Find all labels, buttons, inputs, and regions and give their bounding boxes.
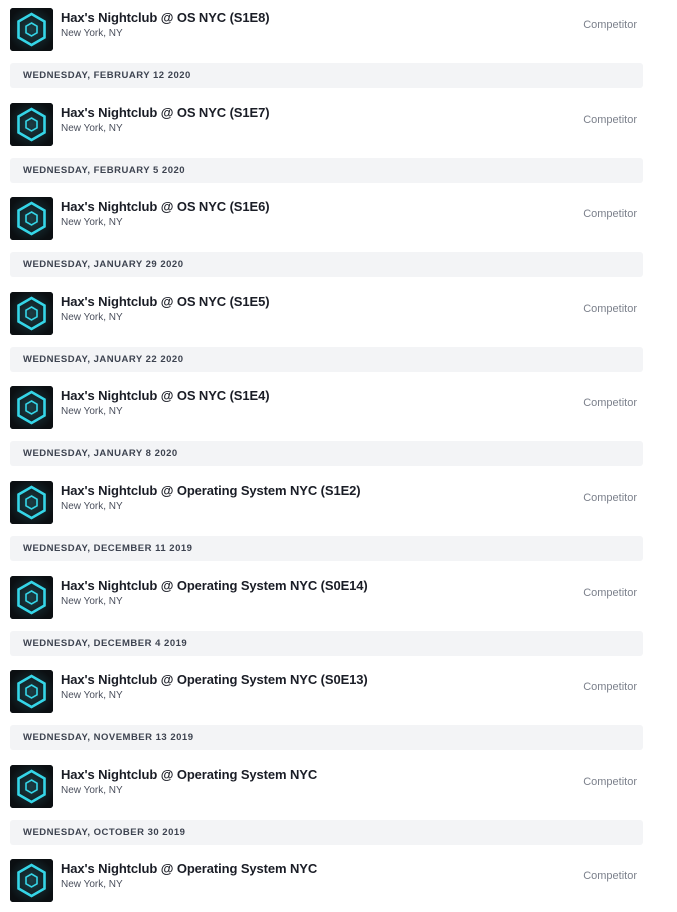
date-header: WEDNESDAY, OCTOBER 30 2019 <box>10 819 643 845</box>
event-location: New York, NY <box>61 784 123 796</box>
event-role-label: Competitor <box>583 681 637 694</box>
event-role-label: Competitor <box>583 586 637 599</box>
event-location: New York, NY <box>61 122 123 134</box>
event-role-label: Competitor <box>583 208 637 221</box>
event-role-label: Competitor <box>583 19 637 31</box>
event-location: New York, NY <box>61 406 123 418</box>
event-role-label: Competitor <box>583 775 637 788</box>
date-header: WEDNESDAY, JANUARY 22 2020 <box>10 346 643 372</box>
event-location: New York, NY <box>61 879 123 891</box>
hexagon-logo-icon <box>10 197 53 241</box>
date-header-label: WEDNESDAY, JANUARY 29 2020 <box>23 259 184 271</box>
event-thumbnail <box>10 859 53 903</box>
event-location: New York, NY <box>61 311 123 323</box>
event-title[interactable]: Hax's Nightclub @ OS NYC (S1E6) <box>61 199 270 214</box>
event-thumbnail <box>10 197 53 241</box>
event-title[interactable]: Hax's Nightclub @ Operating System NYC (… <box>61 578 368 593</box>
event-title[interactable]: Hax's Nightclub @ OS NYC (S1E5) <box>61 294 270 309</box>
event-row[interactable]: Hax's Nightclub @ OS NYC (S1E7) New York… <box>0 97 660 151</box>
event-location: New York, NY <box>61 28 123 39</box>
hexagon-logo-icon <box>10 764 53 808</box>
event-location: New York, NY <box>61 217 123 229</box>
date-header: WEDNESDAY, DECEMBER 4 2019 <box>10 630 643 656</box>
hexagon-logo-icon <box>10 8 53 51</box>
event-thumbnail <box>10 102 53 146</box>
event-row[interactable]: Hax's Nightclub @ Operating System NYC N… <box>0 853 660 907</box>
date-header-label: WEDNESDAY, DECEMBER 11 2019 <box>23 543 193 554</box>
date-header: WEDNESDAY, JANUARY 29 2020 <box>10 252 643 278</box>
date-header: WEDNESDAY, FEBRUARY 12 2020 <box>10 63 643 88</box>
hexagon-logo-icon <box>10 575 53 619</box>
event-title[interactable]: Hax's Nightclub @ OS NYC (S1E4) <box>61 388 270 403</box>
date-header-label: WEDNESDAY, DECEMBER 4 2019 <box>23 637 188 649</box>
hexagon-logo-icon <box>10 670 53 714</box>
event-row[interactable]: Hax's Nightclub @ OS NYC (S1E8) New York… <box>0 2 660 56</box>
event-title[interactable]: Hax's Nightclub @ OS NYC (S1E7) <box>61 105 270 120</box>
date-header-label: WEDNESDAY, FEBRUARY 5 2020 <box>23 164 186 176</box>
event-role-label: Competitor <box>583 302 637 315</box>
hexagon-logo-icon <box>10 481 53 524</box>
event-row[interactable]: Hax's Nightclub @ OS NYC (S1E6) New York… <box>0 191 660 245</box>
date-header: WEDNESDAY, NOVEMBER 13 2019 <box>10 725 643 751</box>
event-location: New York, NY <box>61 690 123 702</box>
event-title[interactable]: Hax's Nightclub @ Operating System NYC (… <box>61 483 361 498</box>
event-row[interactable]: Hax's Nightclub @ Operating System NYC N… <box>0 759 660 813</box>
event-title[interactable]: Hax's Nightclub @ Operating System NYC <box>61 767 317 782</box>
event-thumbnail <box>10 8 53 51</box>
event-thumbnail <box>10 575 53 619</box>
date-header-label: WEDNESDAY, OCTOBER 30 2019 <box>23 826 186 838</box>
event-thumbnail <box>10 481 53 524</box>
event-role-label: Competitor <box>583 397 637 410</box>
hexagon-logo-icon <box>10 291 53 335</box>
event-role-label: Competitor <box>583 870 637 883</box>
hexagon-logo-icon <box>10 102 53 146</box>
event-location: New York, NY <box>61 595 123 607</box>
event-role-label: Competitor <box>583 492 637 504</box>
event-title[interactable]: Hax's Nightclub @ Operating System NYC <box>61 861 317 876</box>
date-header-label: WEDNESDAY, FEBRUARY 12 2020 <box>23 70 191 81</box>
event-title[interactable]: Hax's Nightclub @ Operating System NYC (… <box>61 672 368 687</box>
hexagon-logo-icon <box>10 859 53 903</box>
event-row[interactable]: Hax's Nightclub @ Operating System NYC (… <box>0 570 660 624</box>
event-thumbnail <box>10 386 53 430</box>
event-row[interactable]: Hax's Nightclub @ Operating System NYC (… <box>0 664 660 718</box>
event-thumbnail <box>10 291 53 335</box>
event-row[interactable]: Hax's Nightclub @ OS NYC (S1E5) New York… <box>0 286 660 340</box>
event-thumbnail <box>10 764 53 808</box>
date-header-label: WEDNESDAY, NOVEMBER 13 2019 <box>23 732 194 744</box>
event-role-label: Competitor <box>583 113 637 126</box>
date-header: WEDNESDAY, DECEMBER 11 2019 <box>10 536 643 561</box>
date-header: WEDNESDAY, JANUARY 8 2020 <box>10 441 643 467</box>
event-location: New York, NY <box>61 501 123 512</box>
hexagon-logo-icon <box>10 386 53 430</box>
date-header-label: WEDNESDAY, JANUARY 22 2020 <box>23 353 184 365</box>
event-row[interactable]: Hax's Nightclub @ OS NYC (S1E4) New York… <box>0 380 660 434</box>
event-row[interactable]: Hax's Nightclub @ Operating System NYC (… <box>0 475 660 529</box>
event-title[interactable]: Hax's Nightclub @ OS NYC (S1E8) <box>61 10 270 25</box>
date-header-label: WEDNESDAY, JANUARY 8 2020 <box>23 448 178 460</box>
event-thumbnail <box>10 670 53 714</box>
date-header: WEDNESDAY, FEBRUARY 5 2020 <box>10 157 643 183</box>
